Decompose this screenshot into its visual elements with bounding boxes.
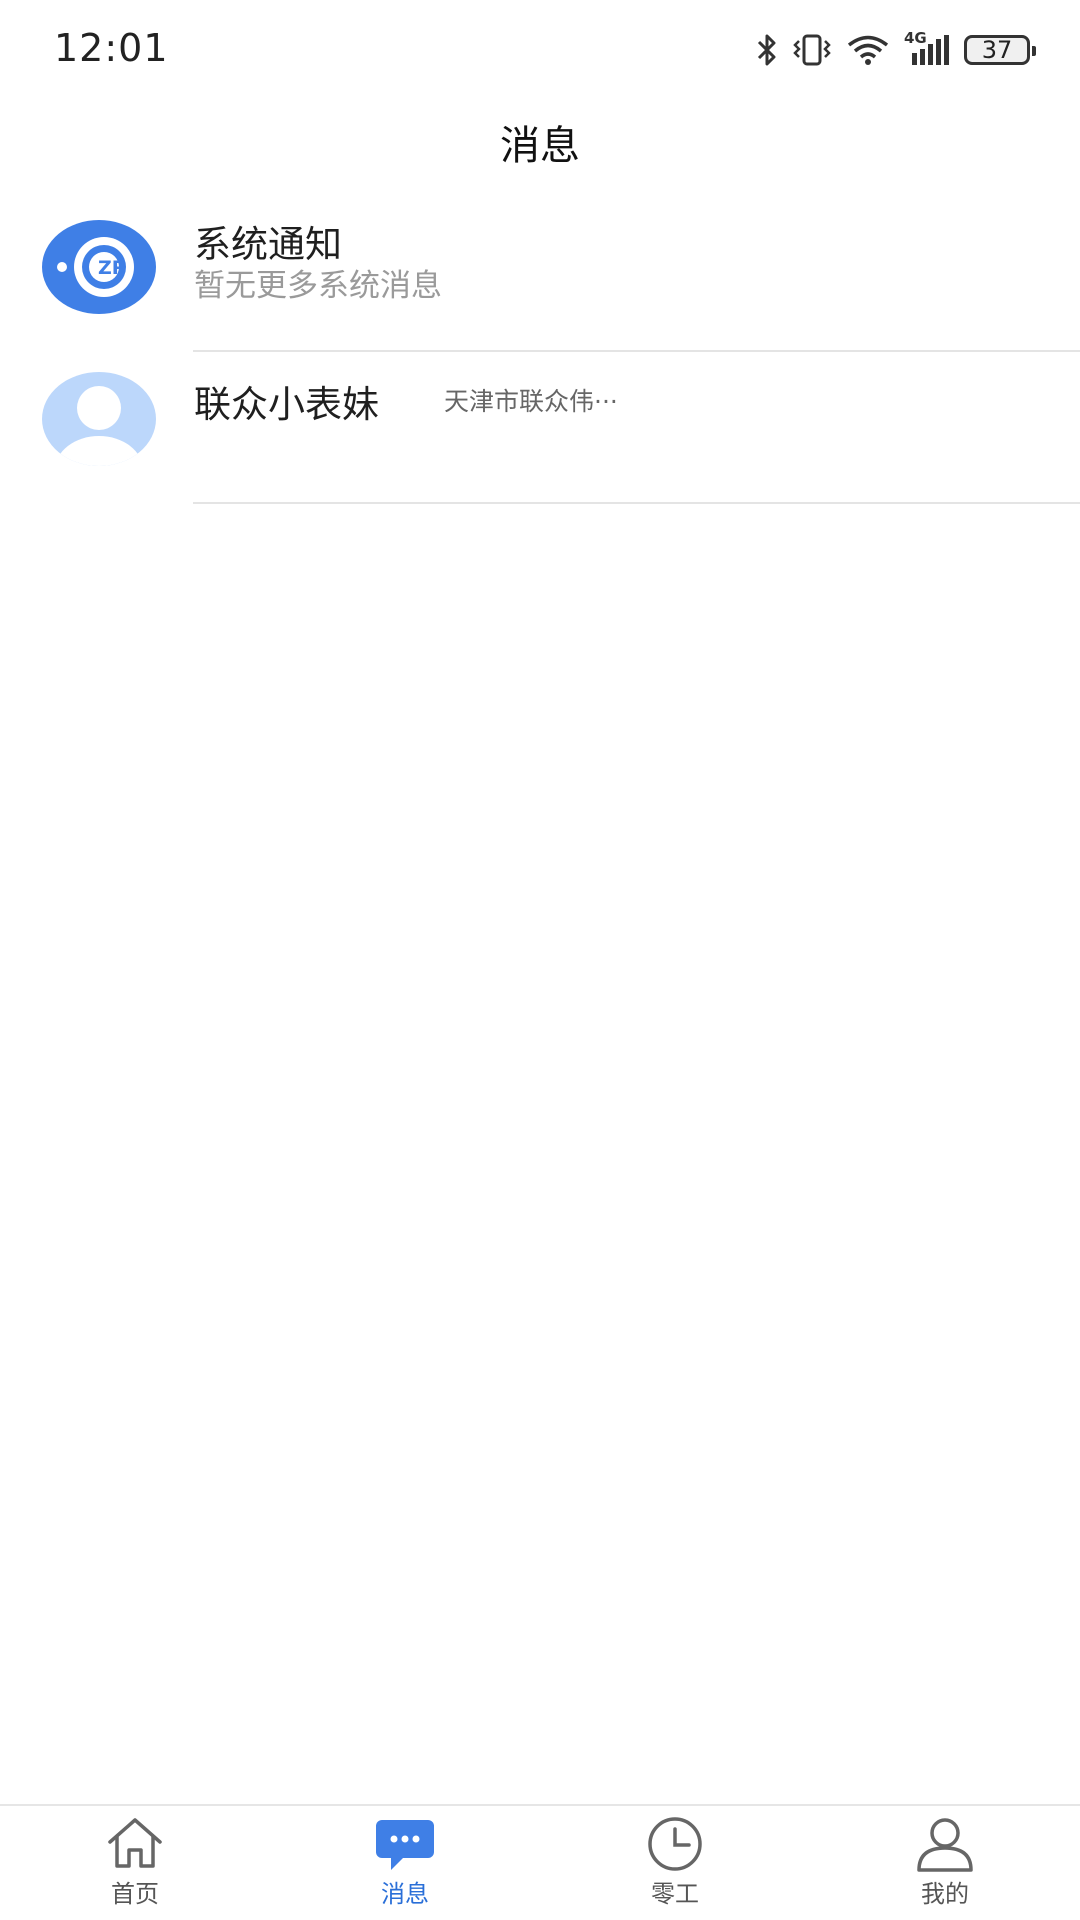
chat-bubble-icon bbox=[376, 1820, 434, 1870]
tab-label: 消息 bbox=[381, 1880, 429, 1908]
divider bbox=[193, 502, 1080, 504]
vibrate-icon bbox=[793, 34, 831, 66]
status-time: 12:01 bbox=[54, 26, 169, 70]
tab-home[interactable]: 首页 bbox=[0, 1806, 270, 1920]
tab-gig-work[interactable]: 零工 bbox=[540, 1806, 810, 1920]
battery-level: 37 bbox=[981, 36, 1013, 64]
tab-label: 零工 bbox=[651, 1880, 699, 1908]
person-icon bbox=[917, 1818, 973, 1872]
message-subtitle: 暂无更多系统消息 bbox=[194, 268, 442, 304]
svg-text:ZP: ZP bbox=[98, 257, 126, 279]
tab-label: 我的 bbox=[921, 1880, 969, 1908]
list-item-system-notice[interactable]: ZP 系统通知 暂无更多系统消息 bbox=[0, 200, 1080, 352]
battery-icon: 37 bbox=[964, 35, 1036, 65]
message-list: ZP 系统通知 暂无更多系统消息 联众小表妹 天津市联众伟··· bbox=[0, 200, 1080, 504]
home-icon bbox=[108, 1818, 162, 1868]
status-bar: 12:01 4G 37 bbox=[0, 0, 1080, 100]
tab-profile[interactable]: 我的 bbox=[810, 1806, 1080, 1920]
wifi-icon bbox=[847, 35, 889, 65]
message-preview: 天津市联众伟··· bbox=[444, 387, 618, 416]
bluetooth-icon bbox=[757, 34, 776, 66]
message-title: 联众小表妹 bbox=[194, 383, 379, 426]
system-notice-icon: ZP bbox=[42, 220, 156, 314]
cellular-signal-icon: 4G bbox=[904, 29, 950, 67]
page-title: 消息 bbox=[500, 123, 580, 169]
status-icons: 4G 37 bbox=[756, 29, 1036, 70]
clock-icon bbox=[648, 1817, 702, 1871]
tab-messages[interactable]: 消息 bbox=[270, 1806, 540, 1920]
bottom-nav: 首页 消息 零工 我的 bbox=[0, 1804, 1080, 1920]
list-item-chat[interactable]: 联众小表妹 天津市联众伟··· bbox=[0, 352, 1080, 504]
default-user-avatar bbox=[42, 372, 156, 466]
tab-label: 首页 bbox=[111, 1880, 159, 1908]
